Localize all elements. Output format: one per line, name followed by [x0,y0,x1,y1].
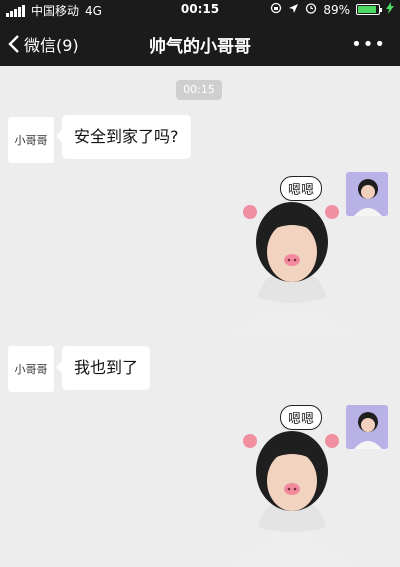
chat-timestamp: 00:15 [176,80,222,100]
avatar-text: 小哥哥 [14,363,48,376]
chat-title: 帅气的小哥哥 [149,37,251,57]
sticker-image[interactable]: 嗯嗯 [232,405,352,565]
alarm-icon [305,2,317,17]
my-avatar[interactable] [346,172,388,216]
avatar-text: 小哥哥 [14,134,48,147]
more-button[interactable]: ••• [351,34,386,55]
status-bar: 中国移动 4G 00:15 89% [0,0,400,20]
location-icon [288,3,299,17]
sticker-image[interactable]: 嗯嗯 [232,176,352,336]
battery-percent: 89% [323,2,350,17]
charging-icon [386,2,394,17]
my-avatar[interactable] [346,405,388,449]
message-bubble[interactable]: 安全到家了吗? [56,115,191,159]
battery-fill [358,6,376,13]
status-right: 89% [270,2,394,17]
contact-avatar[interactable]: 小哥哥 [8,346,54,392]
contact-avatar[interactable]: 小哥哥 [8,117,54,163]
nav-bar: 微信(9) 帅气的小哥哥 ••• [0,20,400,66]
message-bubble[interactable]: 我也到了 [55,346,151,390]
rotation-lock-icon [270,2,282,17]
battery-icon [356,4,382,15]
